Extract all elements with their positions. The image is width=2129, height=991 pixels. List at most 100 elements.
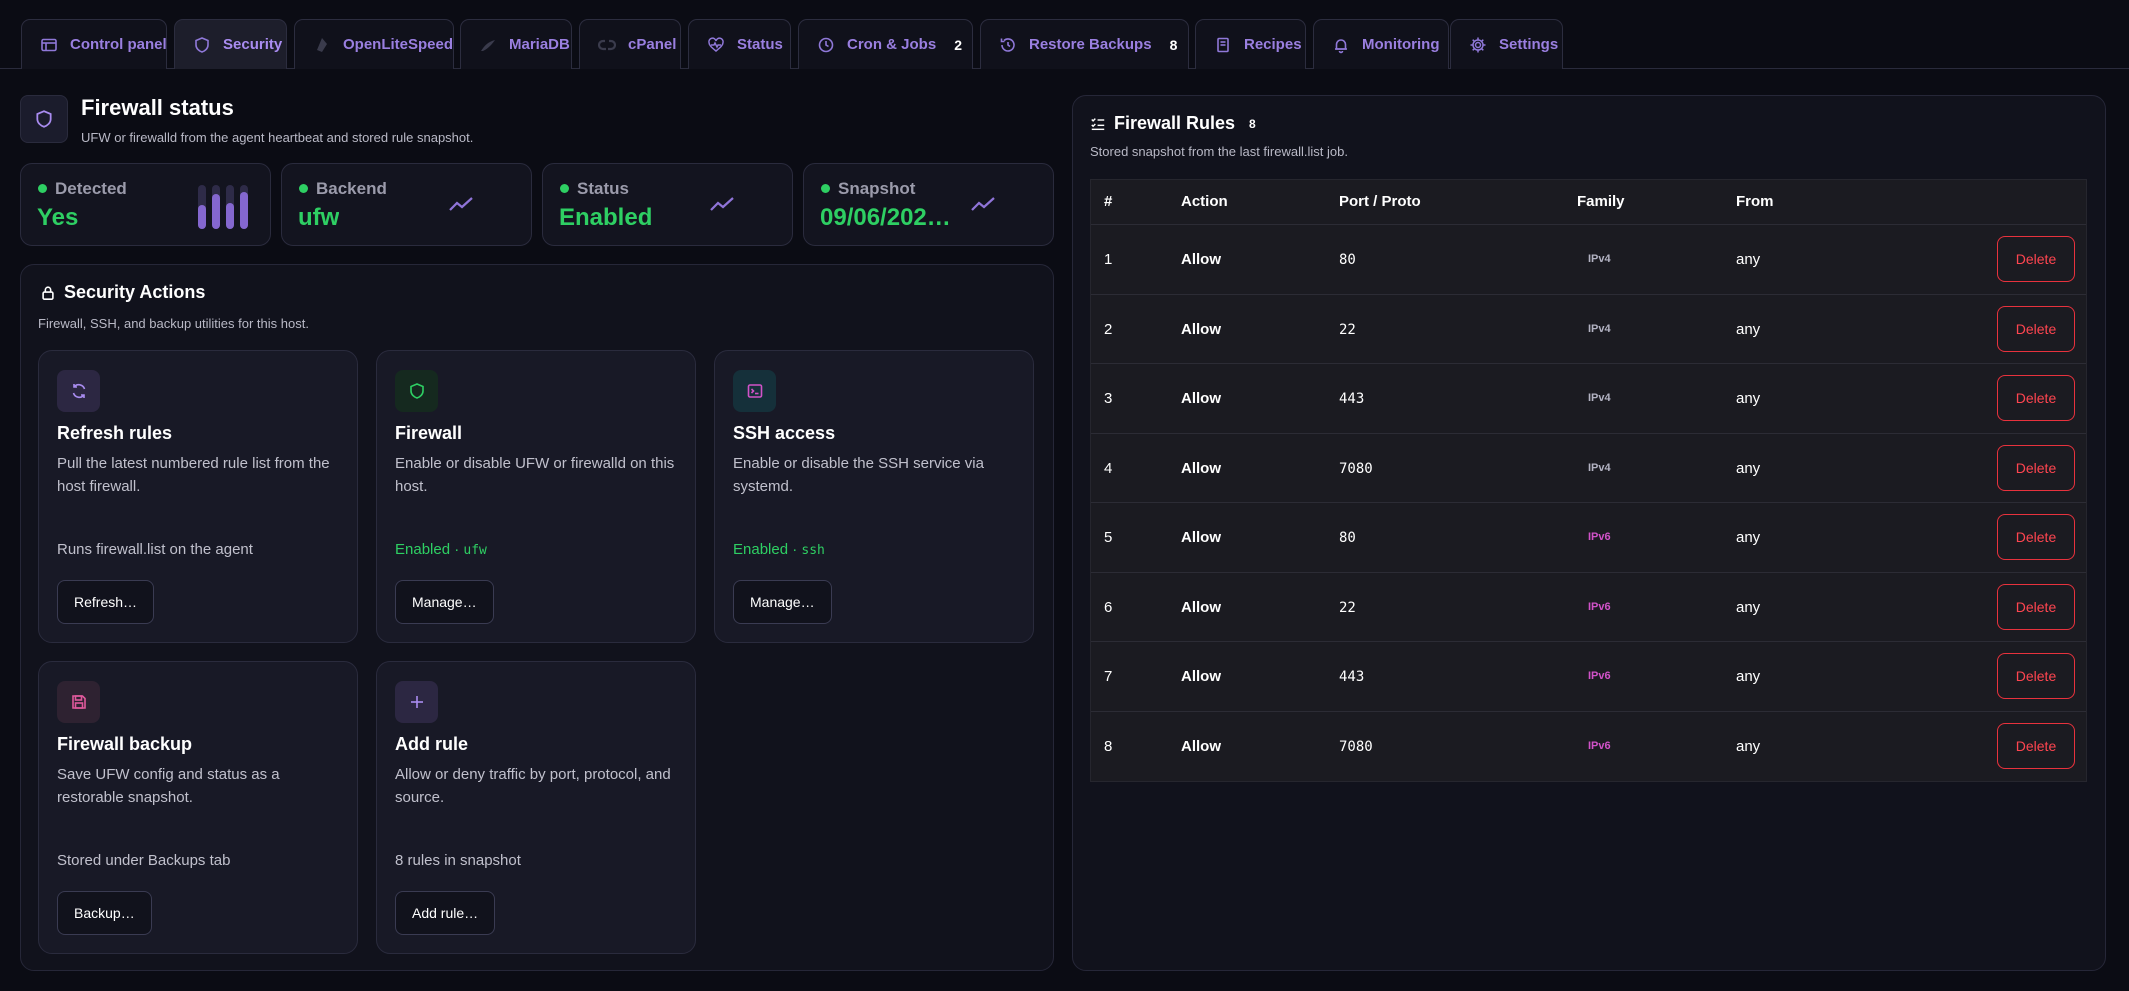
section-title-text: Security Actions: [64, 282, 206, 302]
column-header: From: [1736, 193, 1774, 210]
card-description: Enable or disable UFW or firewalld on th…: [395, 455, 675, 495]
rule-source: any: [1736, 737, 1761, 755]
trend-icon: [449, 197, 473, 211]
section-title-text: Firewall Rules: [1114, 113, 1236, 133]
status-dot: [38, 184, 47, 193]
tab-label: Control panel: [70, 36, 167, 53]
delete-rule-button[interactable]: Delete: [1997, 722, 2075, 769]
card-title: Refresh rules: [57, 423, 173, 443]
delete-rule-button[interactable]: Delete: [1997, 653, 2075, 699]
tab-recipes[interactable]: Recipes: [1195, 19, 1306, 69]
meta-code: ufw: [463, 543, 487, 558]
card-meta: 8 rules in snapshot: [395, 852, 521, 869]
refresh-button[interactable]: Refresh…: [57, 580, 155, 624]
delete-rule-button[interactable]: Delete: [1997, 375, 2075, 421]
openlitespeed-icon: [313, 36, 331, 54]
rule-port: 443: [1339, 669, 1365, 685]
tab-restore-backups[interactable]: Restore Backups 8: [980, 19, 1189, 69]
stat-value: Enabled: [559, 204, 653, 231]
rule-source: any: [1736, 390, 1761, 407]
rule-action: Allow: [1181, 251, 1221, 268]
meta-text: Enabled ·: [395, 541, 464, 558]
rule-port: 7080: [1339, 738, 1373, 755]
rule-action: Allow: [1181, 459, 1221, 477]
tab-bar: Control panel Security OpenLiteSpeed Mar…: [0, 0, 2129, 69]
delete-rule-button[interactable]: Delete: [1997, 305, 2075, 352]
tab-cron-jobs[interactable]: Cron & Jobs 2: [798, 19, 973, 69]
tab-cpanel[interactable]: cPanel: [579, 19, 681, 69]
delete-rule-button[interactable]: Delete: [1997, 514, 2075, 560]
tab-count-badge: 2: [954, 36, 962, 53]
table-row: 1 Allow 80 IPv4 any Delete: [1091, 225, 2086, 295]
delete-rule-button[interactable]: Delete: [1997, 236, 2075, 282]
tab-label: Security: [223, 36, 283, 53]
rule-port: 80: [1339, 530, 1356, 546]
firewall-rules-title: Firewall Rules 8: [1090, 113, 1256, 134]
rule-number: 7: [1104, 668, 1113, 685]
tab-settings[interactable]: Settings: [1450, 19, 1563, 69]
column-header: Port / Proto: [1339, 193, 1421, 210]
add-rule-button[interactable]: Add rule…: [395, 891, 496, 935]
card-add-rule: Add rule Allow or deny traffic by port, …: [376, 661, 696, 954]
rule-number: 8: [1104, 737, 1113, 755]
card-description: Save UFW config and status as a restorab…: [57, 766, 280, 806]
rule-source: any: [1736, 668, 1761, 685]
rule-family-badge: IPv6: [1588, 670, 1611, 682]
tab-monitoring[interactable]: Monitoring: [1313, 19, 1449, 69]
book-icon: [1214, 36, 1232, 54]
table-body: 1 Allow 80 IPv4 any Delete 2 Allow 22 IPv4 any Dele…: [1091, 225, 2086, 781]
manage-firewall-button[interactable]: Manage…: [395, 580, 494, 624]
tab-label: MariaDB: [509, 36, 570, 53]
column-header: #: [1104, 193, 1113, 210]
shield-icon: [395, 370, 438, 412]
rule-port: 80: [1339, 252, 1356, 268]
tab-label: Restore Backups: [1029, 36, 1152, 53]
status-dot: [299, 184, 308, 193]
bar-track: [212, 185, 220, 229]
stat-value: Yes: [37, 204, 79, 231]
clock-icon: [817, 36, 835, 54]
rule-port: 22: [1339, 321, 1356, 338]
tab-label: Status: [737, 36, 783, 53]
manage-ssh-button[interactable]: Manage…: [733, 580, 832, 624]
tab-control-panel[interactable]: Control panel: [21, 19, 167, 69]
card-meta: Runs firewall.list on the agent: [57, 541, 253, 558]
table-row: 4 Allow 7080 IPv4 any Delete: [1091, 434, 2086, 503]
trend-icon: [710, 197, 734, 211]
card-ssh-access: SSH access Enable or disable the SSH ser…: [714, 350, 1034, 643]
rule-family-badge: IPv4: [1588, 253, 1611, 265]
delete-rule-button[interactable]: Delete: [1997, 444, 2075, 491]
tab-security[interactable]: Security: [174, 19, 287, 69]
card-firewall-backup: Firewall backup Save UFW config and stat…: [38, 661, 358, 954]
delete-rule-button[interactable]: Delete: [1997, 583, 2075, 630]
security-actions-title: Security Actions: [40, 282, 205, 303]
rule-action: Allow: [1181, 390, 1221, 407]
rule-source: any: [1736, 529, 1761, 546]
tab-label: Recipes: [1244, 36, 1302, 53]
column-header: Action: [1181, 193, 1228, 210]
table-row: 5 Allow 80 IPv6 any Delete: [1091, 503, 2086, 573]
tab-status[interactable]: Status: [688, 19, 791, 69]
card-title: Firewall: [395, 423, 463, 443]
save-icon: [57, 681, 100, 723]
rule-number: 3: [1104, 390, 1113, 407]
card-title: Firewall backup: [57, 734, 193, 754]
tab-openlitespeed[interactable]: OpenLiteSpeed: [294, 19, 454, 69]
tab-label: Settings: [1499, 36, 1559, 53]
backup-button[interactable]: Backup…: [57, 891, 152, 935]
table-row: 8 Allow 7080 IPv6 any Delete: [1091, 712, 2086, 782]
rule-family-badge: IPv6: [1588, 739, 1611, 752]
rule-source: any: [1736, 320, 1761, 338]
tab-mariadb[interactable]: MariaDB: [460, 19, 572, 69]
bar-track: [226, 185, 234, 229]
rule-number: 2: [1104, 320, 1113, 338]
stat-label: Backend: [316, 179, 387, 198]
table-header: # Action Port / Proto Family From: [1091, 180, 2086, 225]
stat-value: ufw: [298, 204, 340, 231]
stat-card-backend: Backend ufw: [281, 163, 532, 246]
rule-number: 6: [1104, 598, 1113, 616]
status-dot: [821, 184, 830, 193]
rule-family-badge: IPv6: [1588, 600, 1611, 613]
rule-action: Allow: [1181, 320, 1221, 338]
tab-label: Cron & Jobs: [847, 36, 937, 53]
